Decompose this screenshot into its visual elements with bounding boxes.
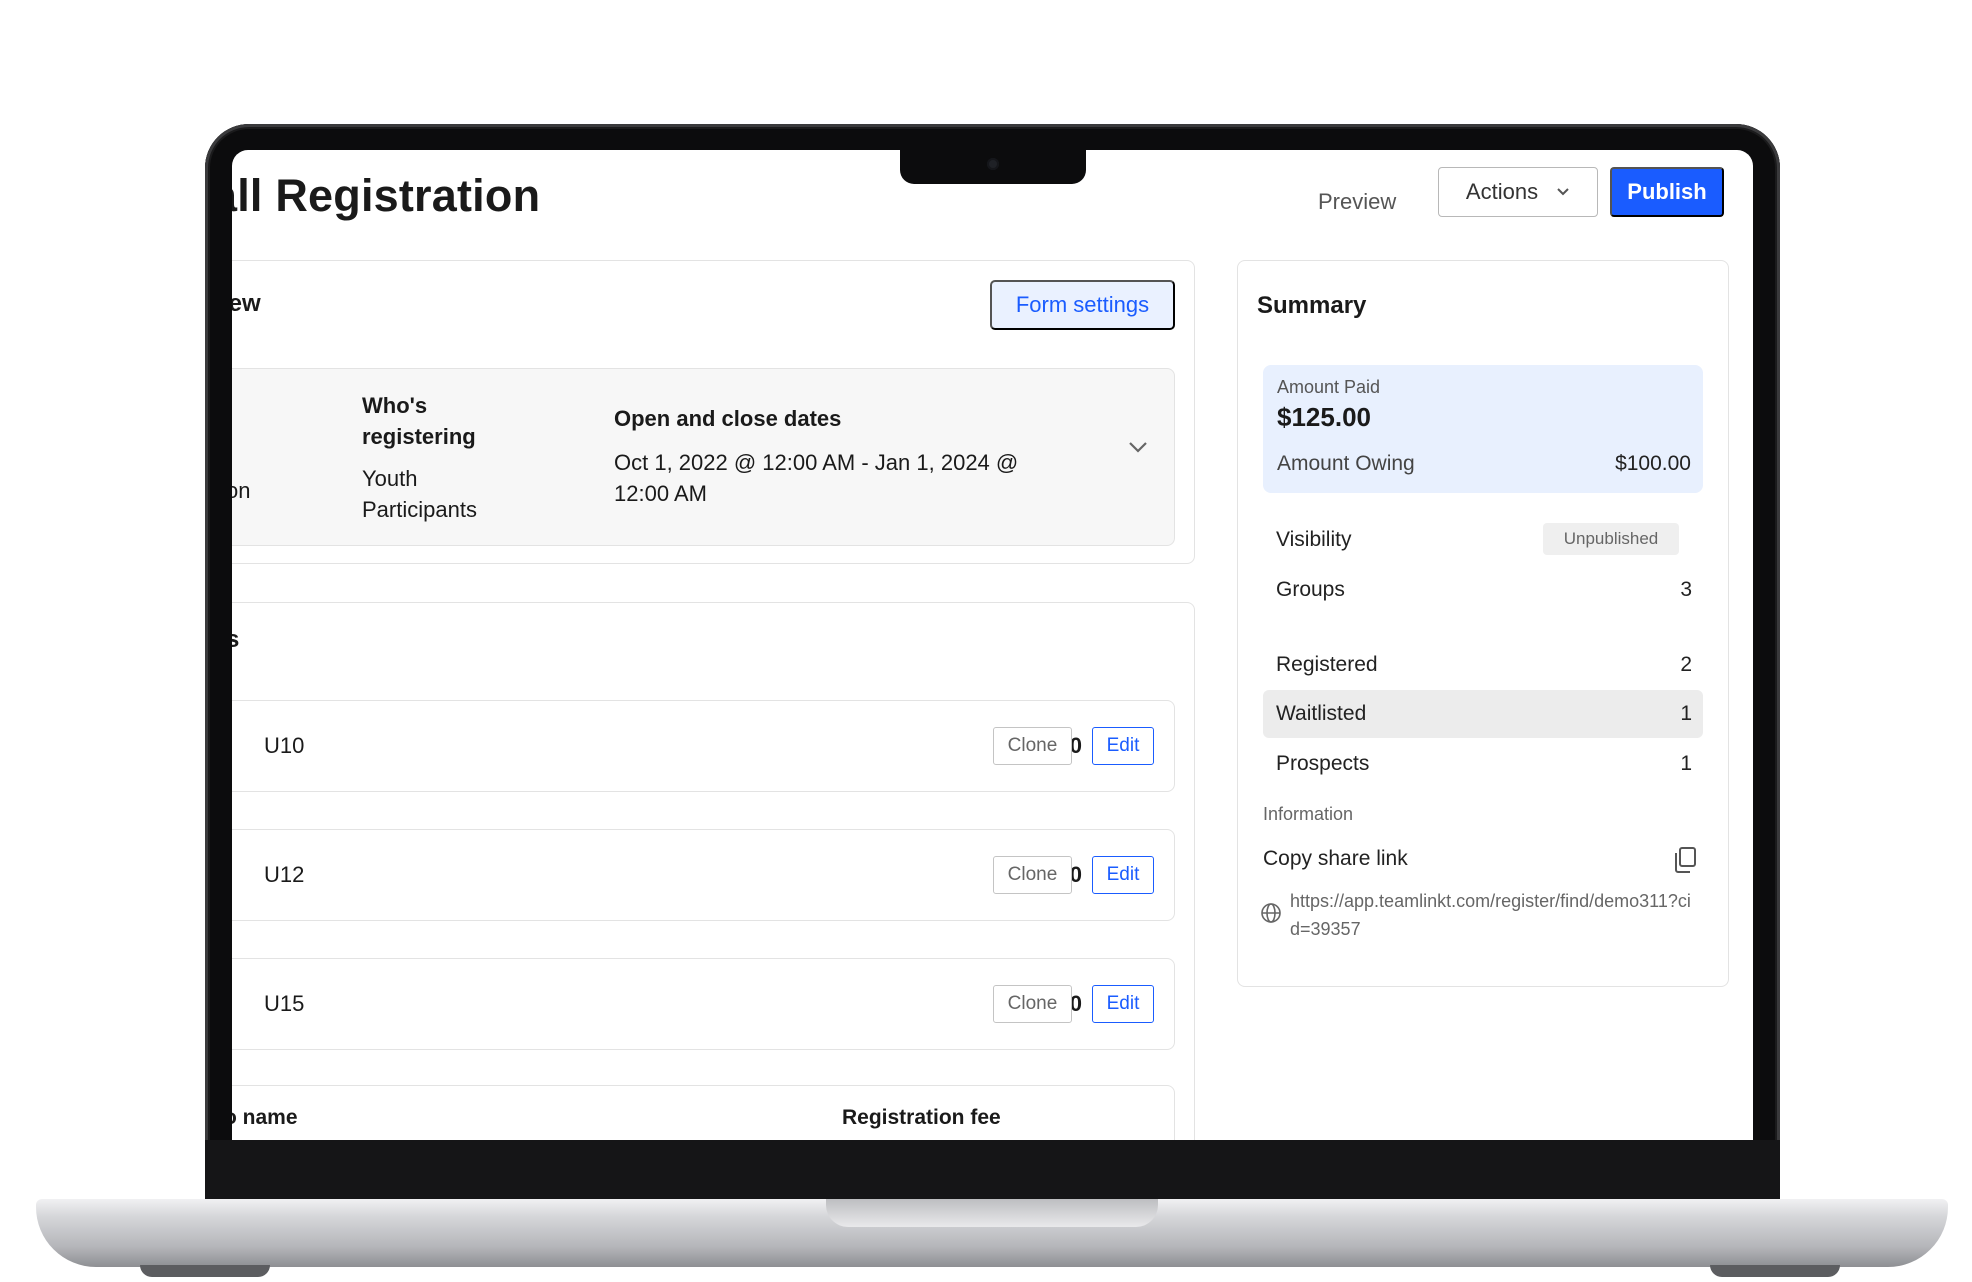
waitlisted-stat-label[interactable]: Waitlisted xyxy=(1276,702,1366,726)
actions-label: Actions xyxy=(1465,179,1539,204)
amount-owing-label: Amount Owing xyxy=(1277,452,1415,475)
laptop-foot-left xyxy=(140,1265,270,1277)
registered-stat-label[interactable]: Registered xyxy=(1276,653,1378,677)
visibility-status-badge: Unpublished xyxy=(1543,523,1679,555)
laptop-foot-right xyxy=(1710,1265,1840,1277)
groups-title: s xyxy=(232,626,240,653)
copy-icon[interactable] xyxy=(1672,846,1698,874)
open-close-dates-label: Open and close dates xyxy=(614,406,842,431)
prospects-stat-label[interactable]: Prospects xyxy=(1276,752,1369,776)
camera-icon xyxy=(987,158,999,170)
actions-dropdown-button[interactable]: Actions xyxy=(1438,167,1598,217)
globe-icon xyxy=(1261,903,1281,923)
whos-registering-value: Youth Participants xyxy=(362,466,477,522)
chevron-down-icon[interactable] xyxy=(1127,440,1149,454)
open-close-dates-value: Oct 1, 2022 @ 12:00 AM - Jan 1, 2024 @ 1… xyxy=(614,450,1019,506)
page-title: all Registration xyxy=(232,170,541,221)
app-screen: all Registration Preview Actions Publish… xyxy=(232,150,1753,1140)
clone-button[interactable]: Clone xyxy=(993,856,1072,894)
amount-owing-value: $100.00 xyxy=(1615,452,1691,475)
camera-notch xyxy=(900,150,1086,184)
groups-stat-label: Groups xyxy=(1276,578,1345,601)
group-name: U15 xyxy=(264,991,305,1016)
form-settings-button[interactable]: Form settings xyxy=(990,280,1175,330)
prospects-stat-value: 1 xyxy=(1680,752,1692,775)
preview-button[interactable]: Preview xyxy=(1318,178,1396,226)
overview-title: iew xyxy=(232,290,261,317)
groups-table-header xyxy=(232,1085,1175,1140)
clone-button[interactable]: Clone xyxy=(993,727,1072,765)
information-label: Information xyxy=(1263,804,1354,824)
laptop-base-notch xyxy=(826,1199,1158,1227)
registered-stat-value: 2 xyxy=(1680,653,1692,676)
copy-share-link-label: Copy share link xyxy=(1263,847,1408,870)
group-name: U12 xyxy=(264,862,305,887)
summary-title: Summary xyxy=(1257,292,1367,319)
whos-registering-label: Who's registering xyxy=(362,393,476,449)
amount-paid-value: $125.00 xyxy=(1277,402,1371,432)
visibility-label: Visibility xyxy=(1276,528,1352,551)
details-fragment-text: on xyxy=(232,478,251,503)
clone-button[interactable]: Clone xyxy=(993,985,1072,1023)
chevron-down-icon xyxy=(1557,188,1569,196)
group-name-column-header: o name xyxy=(232,1106,298,1129)
edit-button[interactable]: Edit xyxy=(1092,985,1154,1023)
edit-button[interactable]: Edit xyxy=(1092,856,1154,894)
waitlisted-stat-value: 1 xyxy=(1680,702,1692,725)
publish-button[interactable]: Publish xyxy=(1610,167,1724,217)
registration-fee-column-header: Registration fee xyxy=(842,1106,1001,1129)
laptop-bottom-strip xyxy=(205,1140,1780,1200)
share-link-url[interactable]: https://app.teamlinkt.com/register/find/… xyxy=(1290,887,1700,943)
groups-stat-value: 3 xyxy=(1680,578,1692,601)
amount-paid-label: Amount Paid xyxy=(1277,377,1381,397)
edit-button[interactable]: Edit xyxy=(1092,727,1154,765)
group-name: U10 xyxy=(264,733,305,758)
